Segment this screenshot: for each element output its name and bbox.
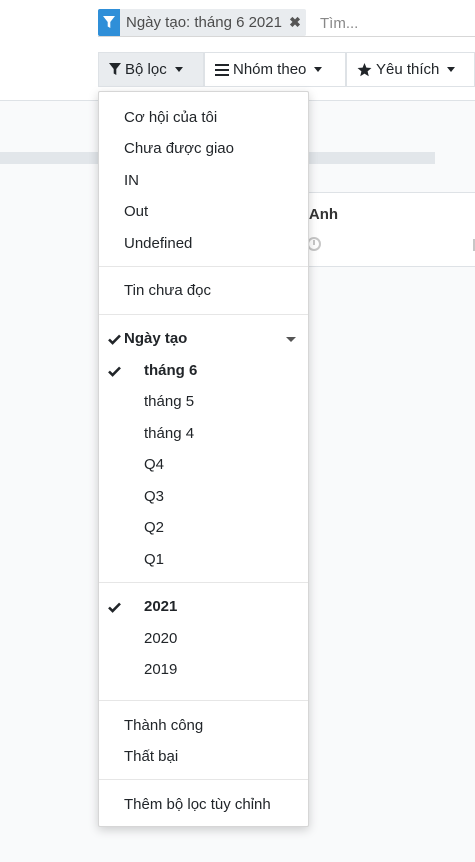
year-option-label: 2021 xyxy=(144,598,178,615)
clock-icon[interactable] xyxy=(307,237,321,251)
period-option[interactable]: tháng 5 xyxy=(99,387,308,417)
year-option[interactable]: 2019 xyxy=(99,655,308,685)
filter-item[interactable]: Chưa được giao xyxy=(99,134,308,164)
chevron-down-icon xyxy=(447,67,456,72)
date-filter-header[interactable]: Ngày tạo xyxy=(99,324,308,354)
dropdown-divider xyxy=(99,266,308,267)
star-icon xyxy=(357,62,372,77)
year-option[interactable]: 2021 xyxy=(99,592,308,622)
group-by-button[interactable]: Nhóm theo xyxy=(204,52,346,87)
filters-button[interactable]: Bộ lọc xyxy=(98,52,204,87)
filter-item[interactable]: Thành công xyxy=(99,711,308,741)
period-option[interactable]: Q4 xyxy=(99,450,308,480)
check-icon xyxy=(105,592,123,622)
period-option-label: tháng 6 xyxy=(144,362,198,379)
dropdown-divider xyxy=(99,314,308,315)
filter-item[interactable]: Cơ hội của tôi xyxy=(99,103,308,133)
year-option[interactable]: 2020 xyxy=(99,624,308,654)
date-filter-header-label: Ngày tạo xyxy=(124,330,188,347)
dropdown-divider xyxy=(99,582,308,583)
check-icon xyxy=(105,324,123,354)
period-option[interactable]: Q3 xyxy=(99,482,308,512)
filter-item[interactable]: Tin chưa đọc xyxy=(99,276,308,306)
caret-down-icon xyxy=(286,337,296,342)
search-facet[interactable]: Ngày tạo: tháng 6 2021 ✖ xyxy=(98,9,306,36)
dropdown-divider xyxy=(99,779,308,780)
filters-dropdown: Cơ hội của tôi Chưa được giao IN Out Und… xyxy=(98,91,309,827)
filters-button-label: Bộ lọc xyxy=(125,61,167,78)
chevron-down-icon xyxy=(314,67,323,72)
period-option[interactable]: Q1 xyxy=(99,545,308,575)
chevron-down-icon xyxy=(174,67,183,72)
period-option[interactable]: tháng 6 xyxy=(99,356,308,386)
favorites-button[interactable]: Yêu thích xyxy=(346,52,475,87)
group-by-button-label: Nhóm theo xyxy=(233,61,307,78)
check-icon xyxy=(105,356,123,386)
period-option[interactable]: Q2 xyxy=(99,513,308,543)
filter-item[interactable]: IN xyxy=(99,166,308,196)
search-input[interactable] xyxy=(318,10,475,36)
close-icon[interactable]: ✖ xyxy=(286,9,306,36)
filter-item[interactable]: Out xyxy=(99,197,308,227)
bars-icon xyxy=(215,63,229,76)
period-option[interactable]: tháng 4 xyxy=(99,419,308,449)
filter-item[interactable]: Undefined xyxy=(99,229,308,259)
dropdown-divider xyxy=(99,700,308,701)
facet-label: Ngày tạo: tháng 6 2021 xyxy=(126,14,282,31)
search-underline xyxy=(98,36,475,37)
filter-icon xyxy=(109,63,121,76)
filter-item[interactable]: Thất bại xyxy=(99,742,308,772)
favorites-button-label: Yêu thích xyxy=(376,61,440,78)
filter-icon xyxy=(98,9,120,36)
add-custom-filter[interactable]: Thêm bộ lọc tùy chỉnh xyxy=(99,790,308,820)
